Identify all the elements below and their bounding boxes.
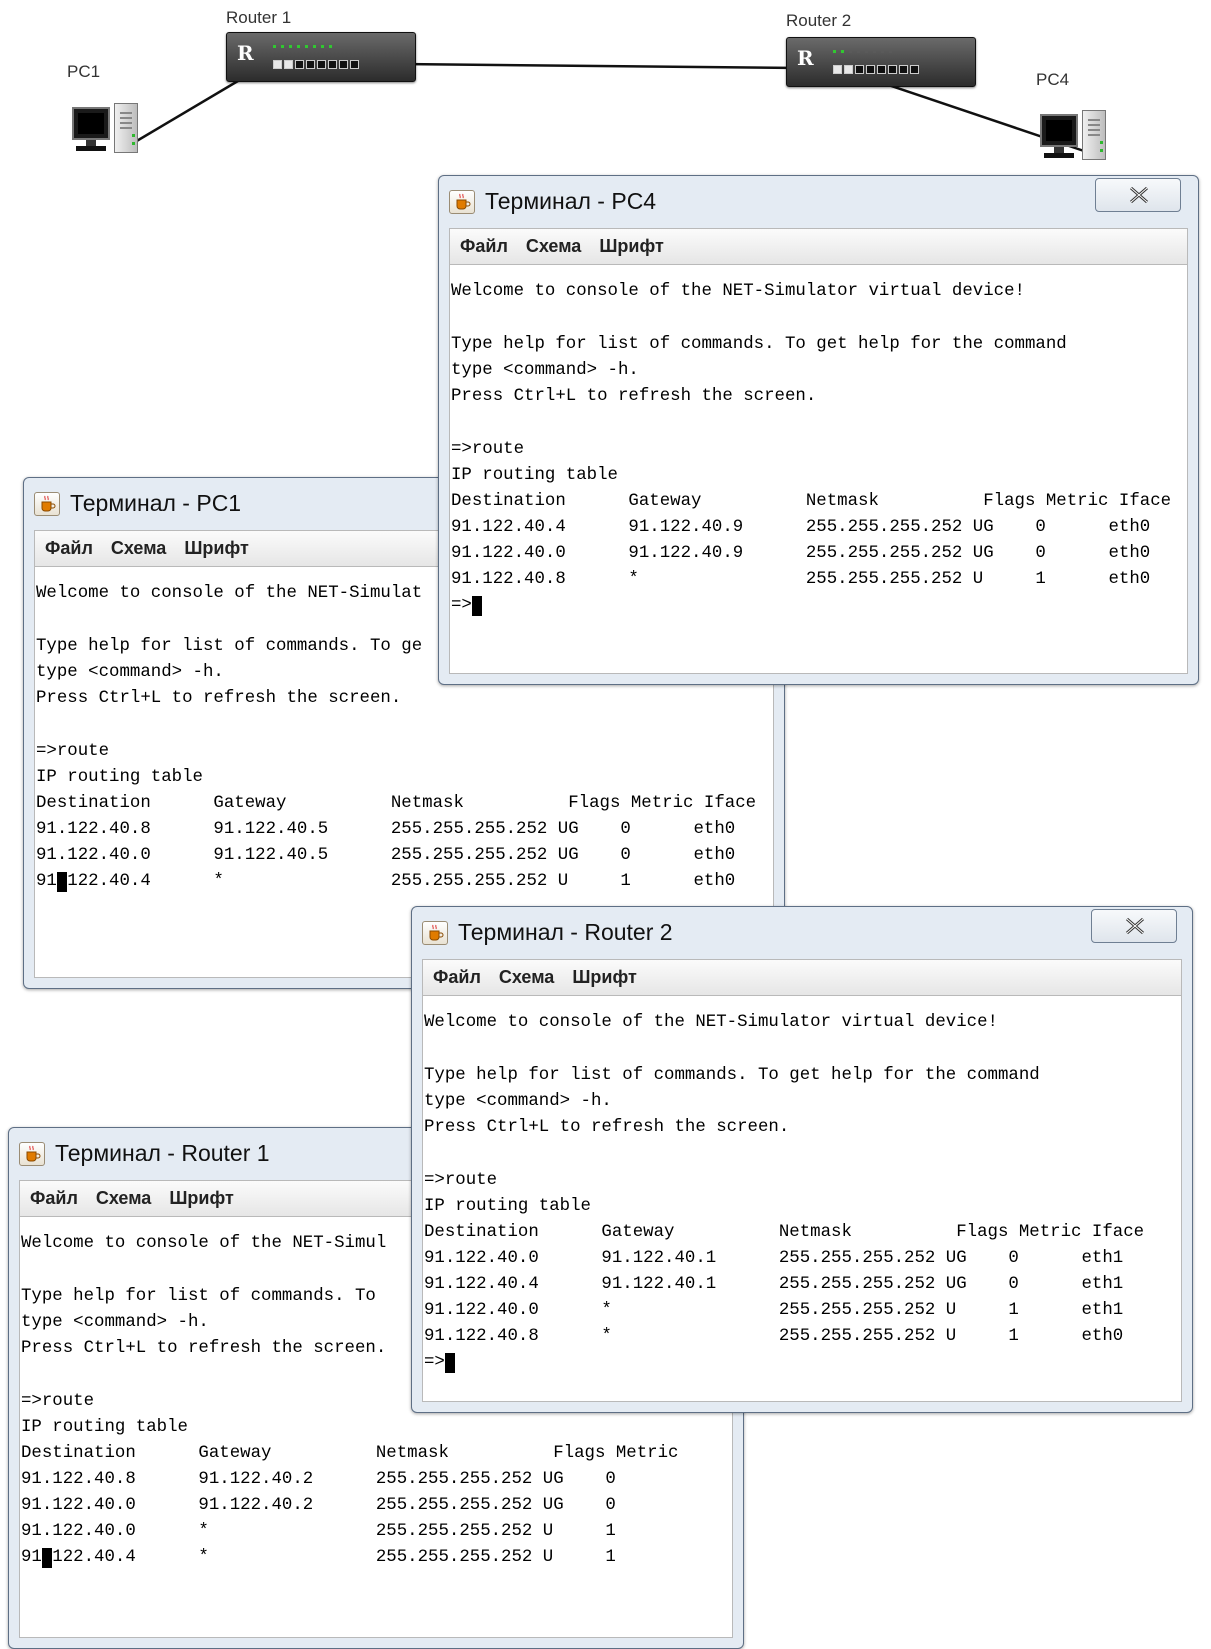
text-cursor <box>57 872 67 892</box>
console-line: =>route <box>424 1171 498 1190</box>
routing-table-row: 91.122.40.8 * 255.255.255.252 U 1 eth0 <box>451 570 1151 589</box>
text-cursor <box>471 596 482 616</box>
console-line: Press Ctrl+L to refresh the screen. <box>424 1118 790 1137</box>
routing-table-header: Destination Gateway Netmask Flags Metric <box>21 1444 679 1463</box>
routing-table-row: 91.122.40.0 91.122.40.5 255.255.255.252 … <box>36 846 736 865</box>
menu-font[interactable]: Шрифт <box>184 538 248 559</box>
java-cup-icon <box>19 1142 45 1166</box>
menu-scheme[interactable]: Схема <box>111 538 166 559</box>
network-links <box>134 60 1088 154</box>
router-r-letter: R <box>237 41 254 65</box>
routing-table-row: 91.122.40.0 * 255.255.255.252 U 1 eth1 <box>424 1301 1124 1320</box>
java-cup-icon <box>34 492 60 516</box>
console-line: =>route <box>21 1392 95 1411</box>
pc1-label: PC1 <box>67 62 101 81</box>
menu-scheme[interactable]: Схема <box>526 236 581 257</box>
menu-font[interactable]: Шрифт <box>169 1188 233 1209</box>
close-button[interactable] <box>1095 178 1181 212</box>
prompt-text: => <box>451 596 472 615</box>
window-title: Терминал - PC4 <box>485 188 657 214</box>
router2-label: Router 2 <box>786 11 852 30</box>
routing-table-row: 91.122.40.4 * 255.255.255.252 U 1 eth0 <box>36 872 736 891</box>
menu-file[interactable]: Файл <box>30 1188 78 1209</box>
terminal-window-router2[interactable]: Терминал - Router 2 Файл Схема Шрифт Wel… <box>411 906 1193 1413</box>
console-prompt: => <box>451 596 482 616</box>
console-line: type <command> -h. <box>424 1092 612 1111</box>
menu-bar: Файл Схема Шрифт <box>449 228 1188 264</box>
window-title: Терминал - Router 1 <box>55 1140 270 1166</box>
pc4-computer-icon[interactable] <box>1040 110 1110 162</box>
routing-table-header: Destination Gateway Netmask Flags Metric… <box>451 492 1172 511</box>
routing-table-row: 91.122.40.4 91.122.40.1 255.255.255.252 … <box>424 1275 1124 1294</box>
console-line: Type help for list of commands. To ge <box>36 637 423 656</box>
console-line: Type help for list of commands. To <box>21 1287 376 1306</box>
close-button[interactable] <box>1091 909 1177 943</box>
pc4-label: PC4 <box>1036 70 1070 89</box>
console-prompt: => <box>424 1353 455 1373</box>
pc1-computer-icon[interactable] <box>72 103 142 155</box>
routing-table-header: Destination Gateway Netmask Flags Metric… <box>424 1223 1145 1242</box>
console-line: Welcome to console of the NET-Simulator … <box>451 282 1025 301</box>
routing-table-row: 91.122.40.8 * 255.255.255.252 U 1 eth0 <box>424 1327 1124 1346</box>
menu-font[interactable]: Шрифт <box>572 967 636 988</box>
console-line: Type help for list of commands. To get h… <box>424 1066 1040 1085</box>
console-line: type <command> -h. <box>451 361 639 380</box>
routing-table-row: 91.122.40.0 91.122.40.2 255.255.255.252 … <box>21 1496 616 1515</box>
java-cup-icon <box>449 190 475 214</box>
network-topology: PC1 Router 1 R Router 2 R PC4 <box>0 0 1211 200</box>
console-output[interactable]: Welcome to console of the NET-Simulator … <box>422 995 1182 1402</box>
title-bar[interactable]: Терминал - PC4 <box>439 176 1198 226</box>
console-line: type <command> -h. <box>21 1313 209 1332</box>
title-bar[interactable]: Терминал - Router 2 <box>412 907 1192 957</box>
menu-file[interactable]: Файл <box>460 236 508 257</box>
console-output[interactable]: Welcome to console of the NET-Simulator … <box>449 264 1188 674</box>
window-title: Терминал - PC1 <box>70 490 242 516</box>
console-line: =>route <box>36 742 110 761</box>
console-line: =>route <box>451 440 525 459</box>
router2-icon[interactable]: R <box>786 37 976 87</box>
console-line: Welcome to console of the NET-Simul <box>21 1234 387 1253</box>
console-line: Press Ctrl+L to refresh the screen. <box>451 387 817 406</box>
router-r-letter: R <box>797 46 814 70</box>
prompt-text: => <box>424 1353 445 1372</box>
menu-scheme[interactable]: Схема <box>499 967 554 988</box>
routing-table-row: 91.122.40.8 91.122.40.2 255.255.255.252 … <box>21 1470 616 1489</box>
routing-table-row: 91.122.40.0 91.122.40.9 255.255.255.252 … <box>451 544 1151 563</box>
router1-icon[interactable]: R <box>226 32 416 82</box>
menu-scheme[interactable]: Схема <box>96 1188 151 1209</box>
console-line: Welcome to console of the NET-Simulat <box>36 584 423 603</box>
console-line: Press Ctrl+L to refresh the screen. <box>36 689 402 708</box>
menu-bar: Файл Схема Шрифт <box>422 959 1182 995</box>
routing-table-row: 91.122.40.0 91.122.40.1 255.255.255.252 … <box>424 1249 1124 1268</box>
console-line: IP routing table <box>451 466 618 485</box>
routing-table-row: 91.122.40.4 * 255.255.255.252 U 1 <box>21 1548 616 1567</box>
routing-table-row: 91.122.40.4 91.122.40.9 255.255.255.252 … <box>451 518 1151 537</box>
menu-file[interactable]: Файл <box>433 967 481 988</box>
java-cup-icon <box>422 921 448 945</box>
console-line: Welcome to console of the NET-Simulator … <box>424 1013 998 1032</box>
console-line: IP routing table <box>424 1197 591 1216</box>
menu-file[interactable]: Файл <box>45 538 93 559</box>
routing-table-header: Destination Gateway Netmask Flags Metric… <box>36 794 757 813</box>
link-router1-router2 <box>399 62 801 70</box>
text-cursor <box>444 1353 455 1373</box>
console-line: Type help for list of commands. To get h… <box>451 335 1067 354</box>
close-icon <box>1126 917 1144 935</box>
console-line: IP routing table <box>36 768 203 787</box>
routing-table-row: 91.122.40.8 91.122.40.5 255.255.255.252 … <box>36 820 736 839</box>
console-line: Press Ctrl+L to refresh the screen. <box>21 1339 387 1358</box>
text-cursor <box>42 1548 52 1568</box>
menu-font[interactable]: Шрифт <box>599 236 663 257</box>
console-line: IP routing table <box>21 1418 188 1437</box>
routing-table-row: 91.122.40.0 * 255.255.255.252 U 1 <box>21 1522 616 1541</box>
router1-label: Router 1 <box>226 8 292 27</box>
close-icon <box>1130 186 1148 204</box>
console-line: type <command> -h. <box>36 663 224 682</box>
window-title: Терминал - Router 2 <box>458 919 673 945</box>
terminal-window-pc4[interactable]: Терминал - PC4 Файл Схема Шрифт Welcome … <box>438 175 1199 685</box>
